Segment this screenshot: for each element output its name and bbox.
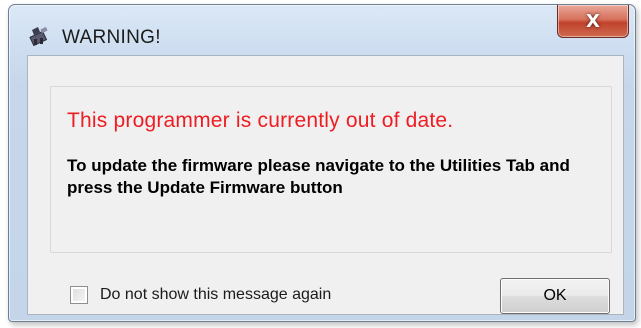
window-title: WARNING!: [62, 27, 161, 48]
warning-dialog: WARNING! X This programmer is currently …: [8, 4, 636, 322]
update-instructions: To update the firmware please navigate t…: [67, 156, 570, 197]
close-icon: X: [586, 10, 600, 32]
ok-button[interactable]: OK: [500, 278, 610, 314]
programmer-app-icon: [29, 25, 51, 47]
dont-show-again-row[interactable]: Do not show this message again: [70, 286, 331, 304]
warning-headline: This programmer is currently out of date…: [67, 109, 454, 132]
close-button[interactable]: X: [557, 5, 629, 38]
dont-show-again-label[interactable]: Do not show this message again: [100, 286, 331, 304]
dont-show-again-checkbox[interactable]: [70, 286, 88, 304]
title-bar[interactable]: WARNING! X: [9, 5, 635, 48]
message-panel: This programmer is currently out of date…: [50, 86, 612, 253]
dialog-body: This programmer is currently out of date…: [27, 55, 624, 315]
